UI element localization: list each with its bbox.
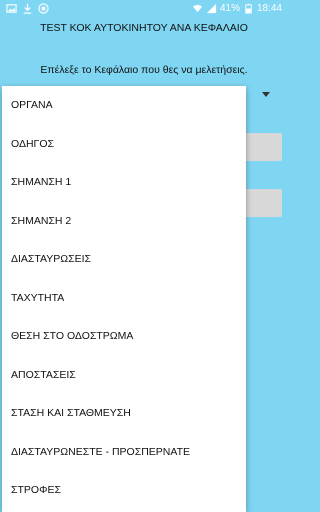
chapter-dropdown-list: ΟΡΓΑΝΑ ΟΔΗΓΟΣ ΣΗΜΑΝΣΗ 1 ΣΗΜΑΝΣΗ 2 ΔΙΑΣΤΑΥΡΩΣ…	[2, 86, 246, 512]
background-button[interactable]	[240, 189, 282, 217]
image-icon	[6, 3, 17, 14]
dropdown-item[interactable]: ΣΤΡΟΦΕΣ	[2, 471, 246, 510]
dropdown-item[interactable]: ΑΠΟΣΤΑΣΕΙΣ	[2, 356, 246, 395]
status-bar: 41% 18:44	[0, 0, 288, 20]
wifi-icon	[192, 3, 203, 14]
app-title: TEST ΚΟΚ ΑΥΤΟΚΙΝΗΤΟΥ ΑΝΑ ΚΕΦΑΛΑΙΟ	[40, 22, 248, 34]
signal-icon	[206, 3, 217, 14]
dropdown-item[interactable]: ΔΙΑΣΤΑΥΡΩΝΕΣΤΕ - ΠΡΟΣΠΕΡΝΑΤΕ	[2, 433, 246, 472]
dropdown-item[interactable]: ΔΙΑΣΤΑΥΡΩΣΕΙΣ	[2, 240, 246, 279]
status-left-icons	[6, 3, 49, 14]
battery-icon	[243, 3, 254, 14]
status-time: 18:44	[256, 3, 282, 14]
download-icon	[22, 3, 33, 14]
battery-percent: 41%	[219, 3, 240, 14]
dropdown-item[interactable]: ΣΗΜΑΝΣΗ 1	[2, 163, 246, 202]
dropdown-item[interactable]: ΣΤΑΣΗ ΚΑΙ ΣΤΑΘΜΕΥΣΗ	[2, 394, 246, 433]
status-right: 41% 18:44	[192, 3, 282, 14]
dropdown-item[interactable]: ΤΑΧΥΤΗΤΑ	[2, 279, 246, 318]
chapter-prompt: Επέλεξε το Κεφάλαιο που θες να μελετήσει…	[40, 64, 248, 76]
dropdown-item[interactable]: ΘΕΣΗ ΣΤΟ ΟΔΟΣΤΡΩΜΑ	[2, 317, 246, 356]
dropdown-item[interactable]: ΣΗΜΑΝΣΗ 2	[2, 202, 246, 241]
dropdown-item[interactable]: ΟΔΗΓΟΣ	[2, 125, 246, 164]
background-button[interactable]	[240, 133, 282, 161]
chevron-down-icon[interactable]	[262, 92, 270, 97]
dropdown-item[interactable]: ΟΡΓΑΝΑ	[2, 86, 246, 125]
app-icon	[38, 3, 49, 14]
